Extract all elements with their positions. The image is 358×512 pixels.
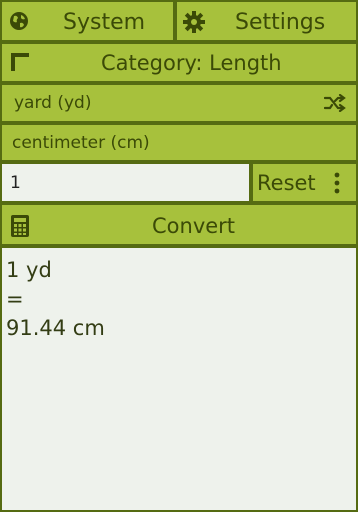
from-unit-selector[interactable]: yard (yd) bbox=[0, 83, 358, 123]
vertical-dots-icon[interactable] bbox=[333, 172, 341, 194]
reset-label: Reset bbox=[257, 171, 316, 195]
system-label: System bbox=[63, 10, 146, 35]
to-unit-label: centimeter (cm) bbox=[12, 133, 150, 153]
result-equals-line: = bbox=[6, 287, 24, 311]
shuffle-icon[interactable] bbox=[324, 94, 346, 112]
result-output-line: 91.44 cm bbox=[6, 316, 105, 340]
category-selector[interactable]: Category: Length bbox=[0, 42, 358, 83]
globe-icon bbox=[9, 11, 29, 31]
value-input[interactable] bbox=[2, 164, 249, 201]
result-output: 1 yd = 91.44 cm bbox=[0, 246, 358, 512]
convert-button[interactable]: Convert bbox=[0, 203, 358, 246]
gear-icon bbox=[183, 11, 205, 33]
category-label: Category: Length bbox=[101, 51, 282, 75]
from-unit-label: yard (yd) bbox=[14, 93, 92, 113]
to-unit-selector[interactable]: centimeter (cm) bbox=[0, 123, 358, 162]
corner-bracket-icon bbox=[11, 53, 29, 71]
calculator-icon bbox=[11, 215, 29, 237]
system-button[interactable]: System bbox=[0, 0, 175, 42]
settings-button[interactable]: Settings bbox=[175, 0, 358, 42]
result-input-line: 1 yd bbox=[6, 258, 52, 282]
reset-button[interactable]: Reset bbox=[251, 162, 358, 203]
settings-label: Settings bbox=[235, 10, 326, 35]
value-input-container bbox=[0, 162, 251, 203]
convert-label: Convert bbox=[152, 214, 236, 238]
